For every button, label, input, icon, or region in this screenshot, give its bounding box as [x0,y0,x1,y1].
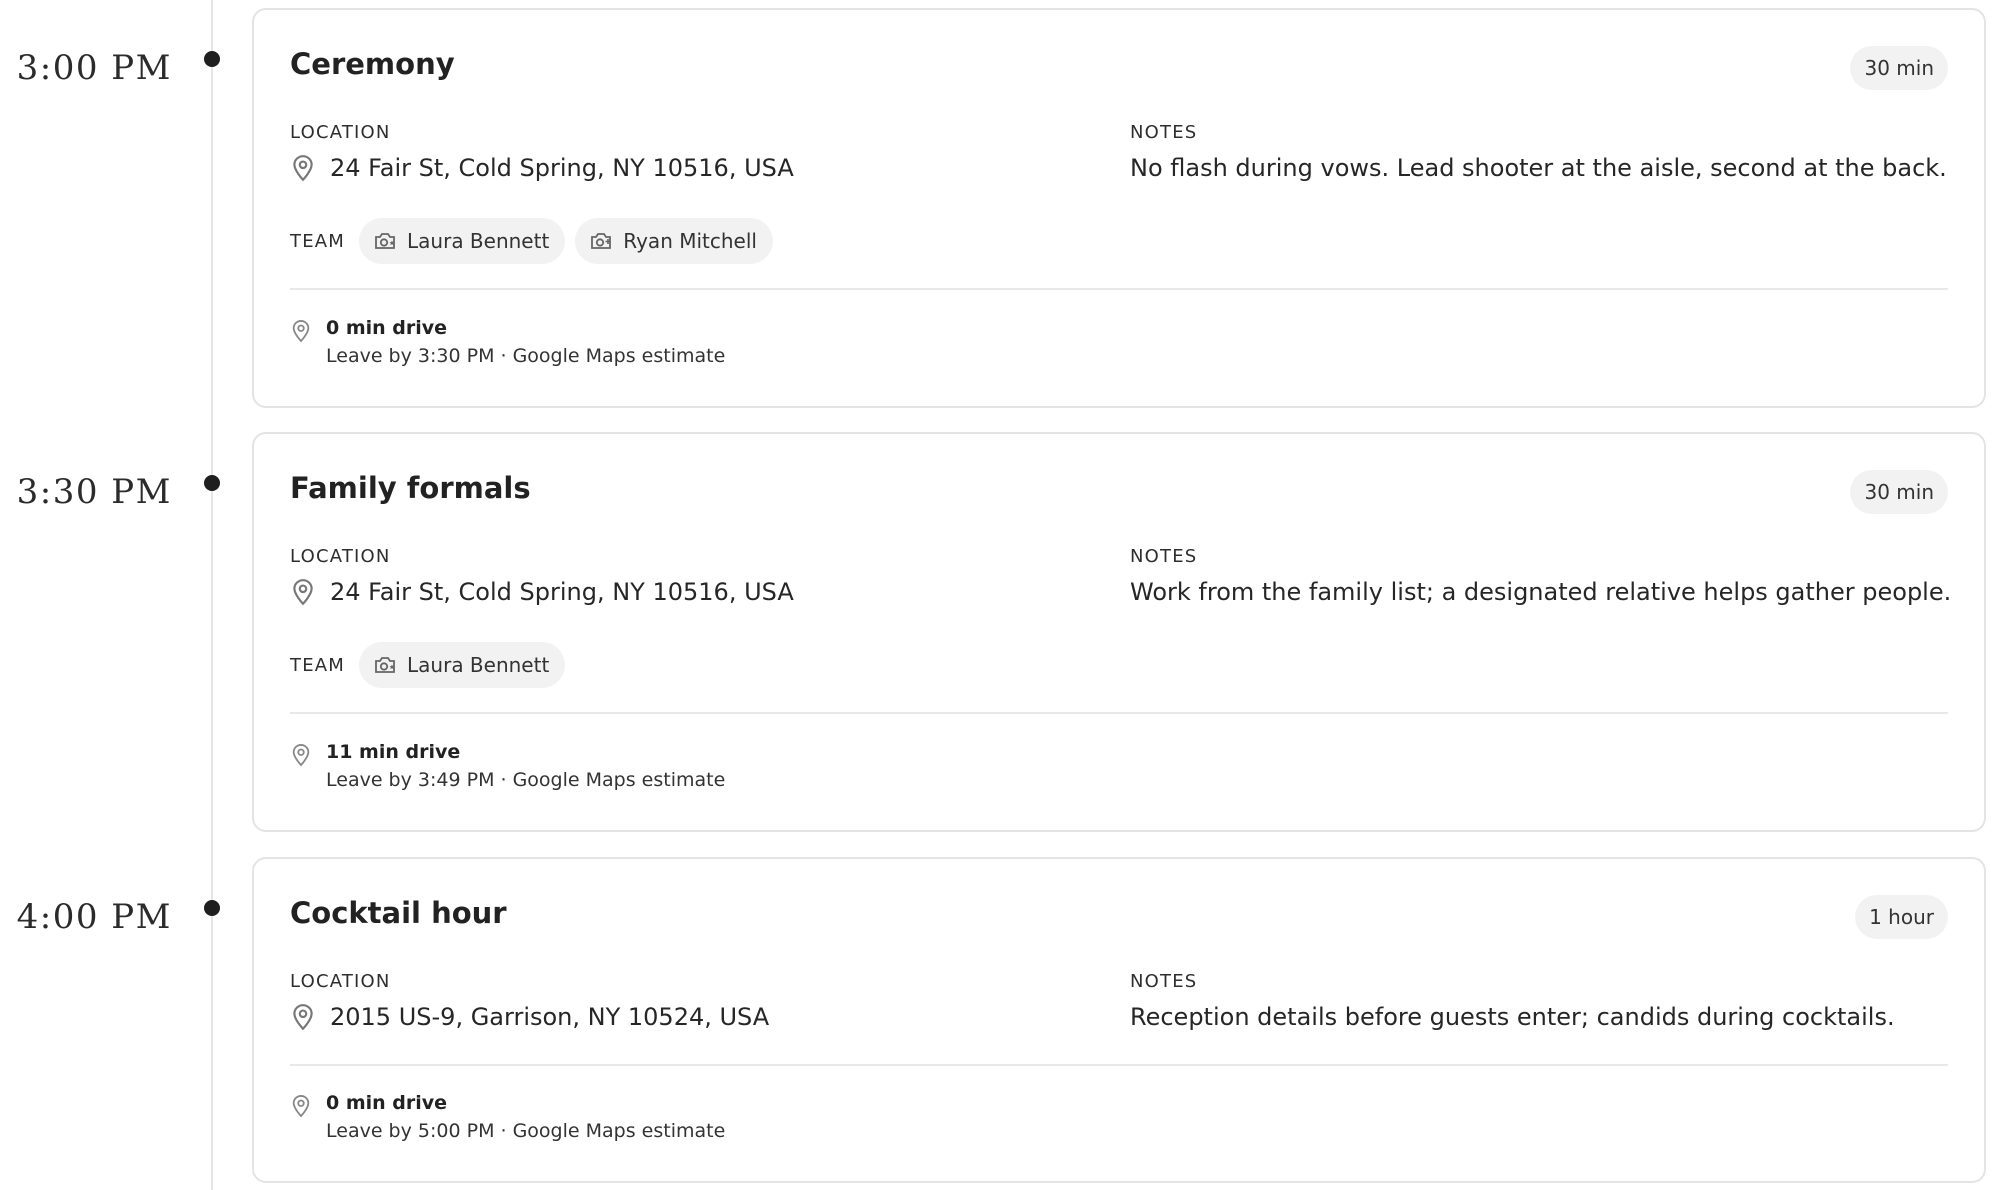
drive-detail: Leave by 5:00 PM · Google Maps estimate [326,1120,726,1142]
camera-lead-icon [375,233,395,249]
event-title: Family formals [290,471,531,505]
location-row: 24 Fair St, Cold Spring, NY 10516, USA [290,576,794,608]
location-label: LOCATION [290,546,391,567]
notes-label: NOTES [1130,122,1198,143]
team-label: TEAM [290,654,346,676]
drive-detail: Leave by 3:49 PM · Google Maps estimate [326,769,726,791]
event-title: Cocktail hour [290,896,507,930]
timeline-dot [204,900,220,916]
event-time: 3:30 PM [16,472,172,512]
event-title: Ceremony [290,47,455,81]
team-member-name: Laura Bennett [407,229,550,253]
camera-lead-icon [375,657,395,673]
notes-text: No flash during vows. Lead shooter at th… [1130,154,1947,182]
drive-time: 0 min drive [326,1092,448,1114]
event-card[interactable]: Cocktail hour 1 hour LOCATION 2015 US-9,… [252,857,1986,1183]
location-row: 24 Fair St, Cold Spring, NY 10516, USA [290,152,794,184]
team-member-chip[interactable]: Laura Bennett [359,218,566,264]
card-divider [290,1064,1948,1066]
map-pin-icon [292,1094,310,1118]
drive-estimate: 0 min drive Leave by 3:30 PM · Google Ma… [290,314,725,370]
notes-label: NOTES [1130,546,1198,567]
location-row: 2015 US-9, Garrison, NY 10524, USA [290,1001,769,1033]
team-member-name: Ryan Mitchell [623,229,757,253]
location-address[interactable]: 24 Fair St, Cold Spring, NY 10516, USA [330,578,794,606]
duration-badge: 30 min [1850,470,1948,514]
drive-estimate: 0 min drive Leave by 5:00 PM · Google Ma… [290,1089,725,1145]
team-row: TEAM Laura Bennett Ryan Mitchell [290,218,783,264]
map-pin-icon [292,319,310,343]
notes-text: Reception details before guests enter; c… [1130,1003,1895,1031]
map-pin-icon [292,743,310,767]
event-time: 3:00 PM [16,48,172,88]
timeline: 3:00 PM Ceremony 30 min LOCATION 24 Fair… [0,0,2000,1190]
camera-second-icon [591,233,612,249]
timeline-dot [204,475,220,491]
event-card[interactable]: Ceremony 30 min LOCATION 24 Fair St, Col… [252,8,1986,408]
notes-text: Work from the family list; a designated … [1130,578,1952,606]
map-pin-icon [293,1004,313,1031]
notes-label: NOTES [1130,971,1198,992]
event-time: 4:00 PM [16,897,172,937]
card-divider [290,288,1948,290]
team-label: TEAM [290,230,346,252]
timeline-rail [211,0,213,1190]
duration-badge: 1 hour [1855,895,1948,939]
location-address[interactable]: 24 Fair St, Cold Spring, NY 10516, USA [330,154,794,182]
card-divider [290,712,1948,714]
location-address[interactable]: 2015 US-9, Garrison, NY 10524, USA [330,1003,769,1031]
team-member-name: Laura Bennett [407,653,550,677]
duration-badge: 30 min [1850,46,1948,90]
location-label: LOCATION [290,122,391,143]
team-member-chip[interactable]: Laura Bennett [359,642,566,688]
location-label: LOCATION [290,971,391,992]
timeline-dot [204,51,220,67]
drive-time: 11 min drive [326,741,461,763]
map-pin-icon [293,155,313,182]
team-member-chip[interactable]: Ryan Mitchell [575,218,773,264]
drive-estimate: 11 min drive Leave by 3:49 PM · Google M… [290,738,725,794]
drive-time: 0 min drive [326,317,448,339]
drive-detail: Leave by 3:30 PM · Google Maps estimate [326,345,726,367]
map-pin-icon [293,579,313,606]
team-row: TEAM Laura Bennett [290,642,575,688]
event-card[interactable]: Family formals 30 min LOCATION 24 Fair S… [252,432,1986,832]
